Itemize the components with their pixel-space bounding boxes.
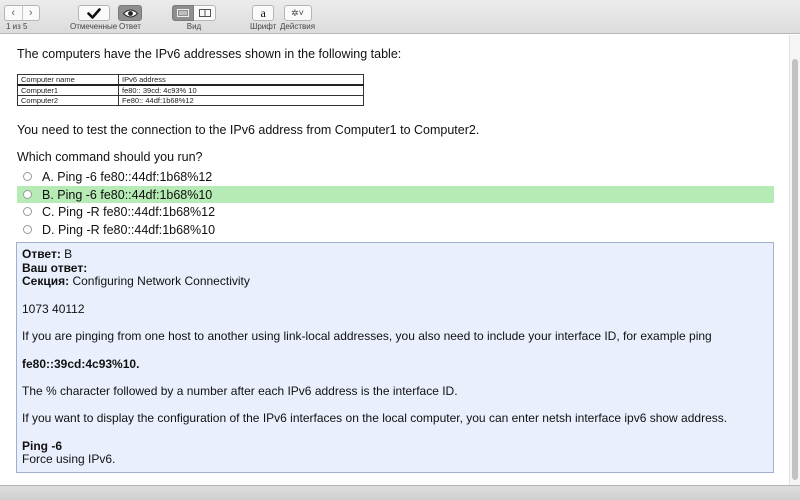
your-answer-label: Ваш ответ: — [22, 260, 88, 275]
actions-label: Действия — [280, 22, 316, 31]
split-view-icon — [198, 9, 211, 17]
option-label: D. Ping -R fe80::44df:1b68%10 — [42, 222, 216, 237]
reference-number: 1073 40112 — [22, 301, 85, 316]
table-header-cell: IPv6 address — [118, 74, 364, 86]
radio-button[interactable] — [23, 172, 32, 181]
checkmark-icon — [86, 7, 101, 19]
actions-tool: ✲˅ Действия — [280, 5, 315, 31]
your-answer-line: Ваш ответ: — [22, 260, 768, 276]
option-label: C. Ping -R fe80::44df:1b68%12 — [42, 204, 216, 219]
table-cell: fe80:: 39cd: 4c93% 10 — [118, 84, 364, 96]
option-c[interactable]: C. Ping -R fe80::44df:1b68%12 — [17, 203, 774, 220]
view-tool: Вид — [172, 5, 216, 31]
table-row: Computer2 Fe80:: 44df:1b68%12 — [17, 95, 364, 106]
view-label: Вид — [186, 22, 202, 31]
explanation-paragraph: If you are pinging from one host to anot… — [22, 329, 712, 344]
ping-heading: Ping -6 — [22, 438, 768, 454]
answer-explanation: Ответ: B Ваш ответ: Секция: Configuring … — [16, 242, 774, 473]
answer-tool: Ответ — [118, 5, 142, 31]
gear-icon: ✲˅ — [291, 7, 304, 18]
view-single-button[interactable] — [172, 5, 194, 21]
question-content: The computers have the IPv6 addresses sh… — [0, 35, 790, 485]
page-navigation: ‹ › — [4, 5, 40, 21]
single-page-view-icon — [177, 9, 189, 17]
marked-tool: Отмеченные — [70, 5, 117, 31]
ipv6-address-table: Computer name IPv6 address Computer1 fe8… — [17, 74, 364, 106]
font-tool: a Шрифт — [250, 5, 276, 31]
question-intro: The computers have the IPv6 addresses sh… — [17, 47, 402, 61]
marked-label: Отмеченные — [70, 22, 118, 31]
next-page-button[interactable]: › — [21, 6, 40, 20]
section-label: Секция: — [22, 274, 70, 289]
table-header-cell: Computer name — [17, 74, 119, 86]
answer-label: Ответ: — [22, 247, 61, 261]
option-label: A. Ping -6 fe80::44df:1b68%12 — [42, 169, 213, 184]
toolbar: ‹ › 1 из 5 Отмеченные Ответ Вид a Шрифт — [0, 0, 800, 34]
view-segmented-control — [172, 5, 216, 21]
radio-button[interactable] — [23, 225, 32, 234]
radio-button[interactable] — [23, 207, 32, 216]
answer-value: B — [60, 247, 73, 261]
radio-button[interactable] — [23, 190, 32, 199]
chevron-right-icon: › — [28, 7, 33, 19]
chevron-left-icon: ‹ — [11, 7, 16, 19]
table-cell: Computer1 — [17, 84, 119, 96]
actions-button[interactable]: ✲˅ — [283, 5, 312, 21]
section-value: Configuring Network Connectivity — [69, 274, 250, 289]
option-d[interactable]: D. Ping -R fe80::44df:1b68%10 — [17, 221, 774, 238]
answer-label: Ответ — [119, 22, 141, 31]
bottom-bar — [0, 485, 800, 500]
font-label: Шрифт — [250, 22, 277, 31]
question-prompt: Which command should you run? — [17, 150, 203, 164]
view-split-button[interactable] — [194, 5, 216, 21]
example-address-text: fe80::39cd:4c93%10. — [22, 356, 140, 371]
table-row: Computer1 fe80:: 39cd: 4c93% 10 — [17, 84, 364, 96]
vertical-scrollbar[interactable] — [789, 35, 800, 485]
eye-icon — [122, 9, 138, 17]
font-button[interactable]: a — [252, 5, 275, 21]
table-cell: Fe80:: 44df:1b68%12 — [118, 95, 364, 106]
prev-page-button[interactable]: ‹ — [5, 6, 22, 20]
answer-toggle-button[interactable] — [118, 5, 142, 21]
marked-button[interactable] — [77, 5, 110, 21]
explanation-paragraph: The % character followed by a number aft… — [22, 383, 458, 398]
font-icon: a — [260, 5, 266, 20]
explanation-paragraph: If you want to display the configuration… — [22, 411, 728, 426]
ping-heading-text: Ping -6 — [22, 438, 63, 453]
ping-description: Force using IPv6. — [22, 452, 116, 467]
table-header-row: Computer name IPv6 address — [17, 74, 364, 86]
scrollbar-thumb[interactable] — [792, 59, 798, 480]
option-a[interactable]: A. Ping -6 fe80::44df:1b68%12 — [17, 168, 774, 185]
question-task: You need to test the connection to the I… — [17, 123, 480, 137]
table-cell: Computer2 — [17, 95, 119, 106]
section-line: Секция: Configuring Network Connectivity — [22, 275, 768, 289]
answer-line: Ответ: B — [22, 247, 768, 262]
option-b[interactable]: B. Ping -6 fe80::44df:1b68%10 — [17, 186, 774, 203]
example-address: fe80::39cd:4c93%10. — [22, 356, 768, 372]
option-label: B. Ping -6 fe80::44df:1b68%10 — [42, 187, 213, 202]
page-counter: 1 из 5 — [6, 22, 28, 31]
